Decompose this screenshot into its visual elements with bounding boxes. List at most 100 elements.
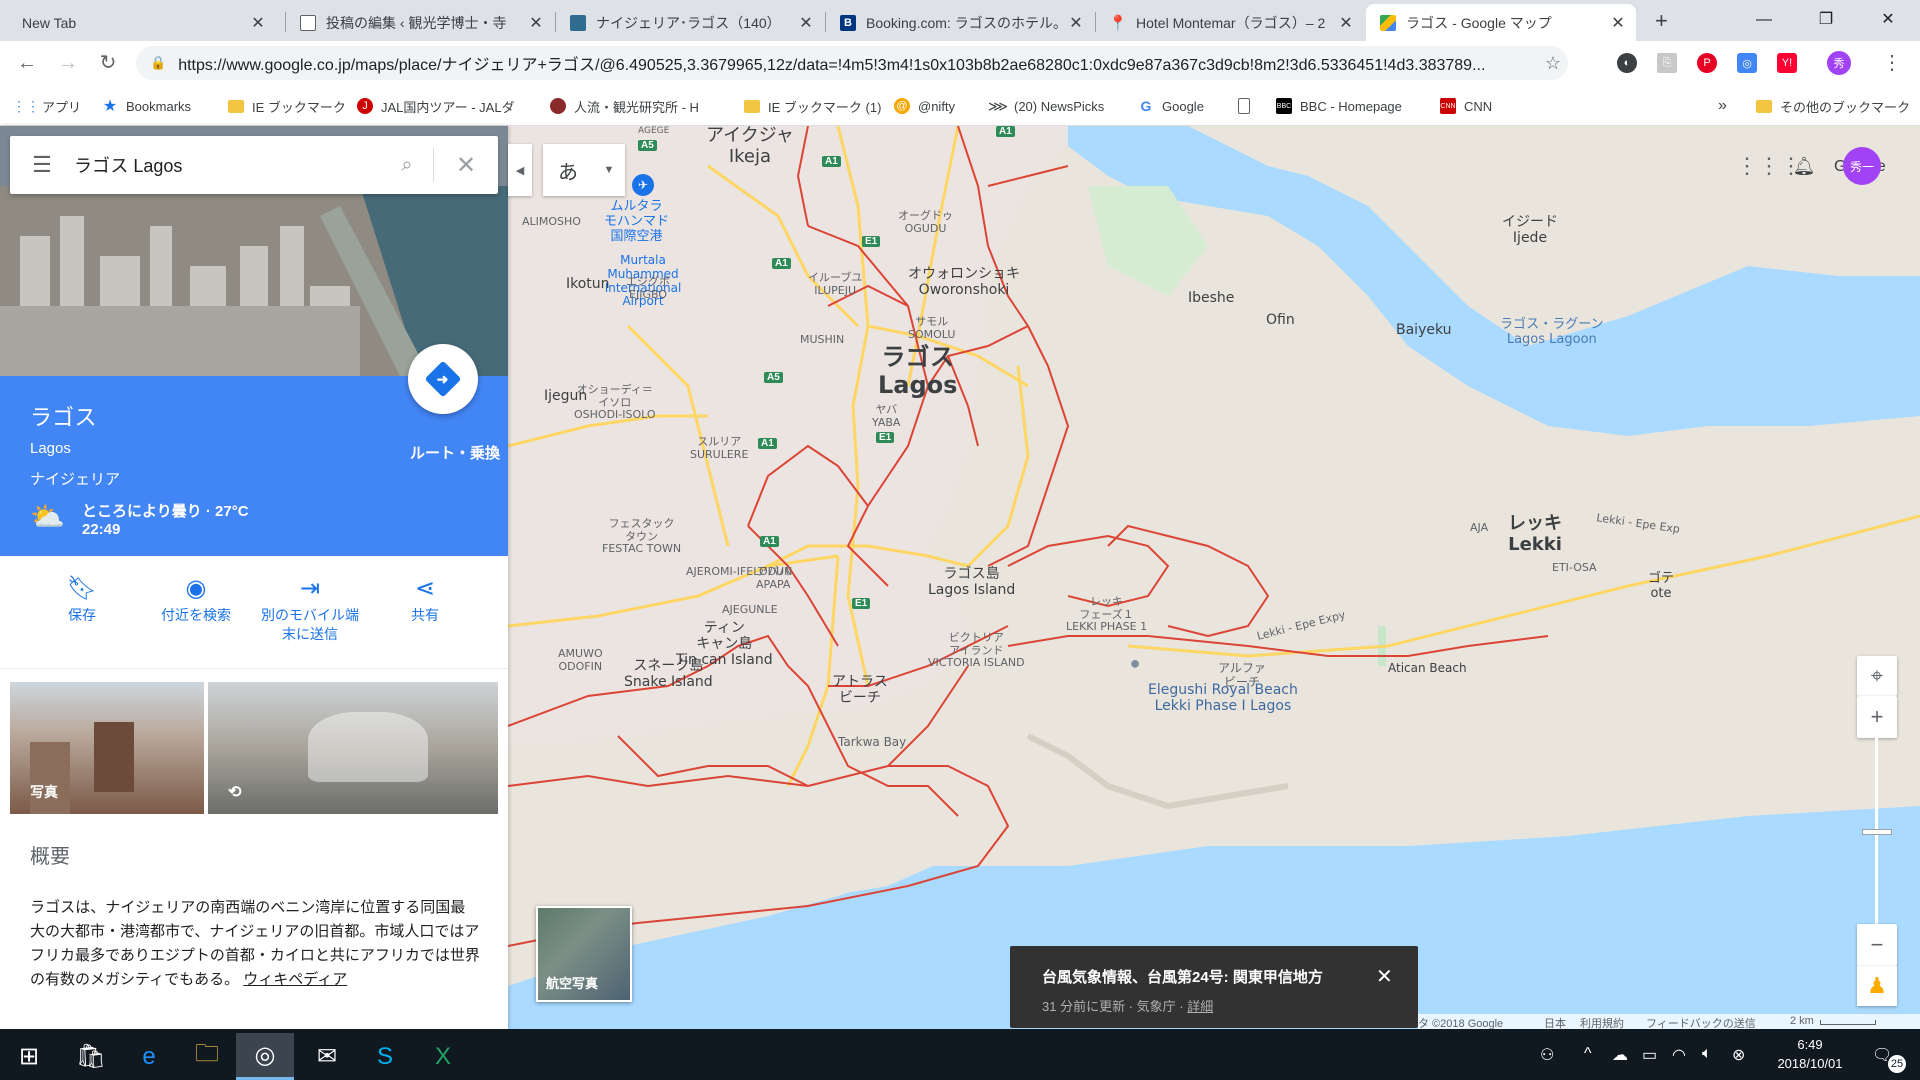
zoom-out-button[interactable]: − [1857,924,1897,966]
save-button[interactable]: 🔖︎ 保存 [27,572,137,625]
share-button[interactable]: ⋖ 共有 [370,572,480,625]
dark-mode-extension-icon[interactable]: ◐ [1617,53,1637,73]
window-close-icon[interactable]: ✕ [1857,4,1919,36]
bookmark-nifty[interactable]: @ @nifty [894,95,955,117]
directions-label[interactable]: ルート・乗換 [380,442,500,463]
bookmark-label: Bookmarks [126,98,192,114]
map-label: Ijegun [544,388,588,404]
zoom-slider-handle[interactable] [1862,829,1892,835]
store-icon[interactable]: 🛍︎ [62,1033,120,1080]
close-icon[interactable]: ✕ [528,13,544,33]
system-clock[interactable]: 6:49 2018/10/01 [1760,1035,1860,1073]
toast-details-link[interactable]: 詳細 [1187,999,1213,1014]
account-avatar[interactable]: 秀一 [1843,147,1881,185]
google-icon: G [1140,98,1152,114]
back-icon[interactable]: ← [15,51,39,75]
photo-thumbnail[interactable]: 写真 [10,682,204,814]
close-icon[interactable]: ✕ [798,13,814,33]
map-label: レッキ フェーズ１ LEKKI PHASE 1 [1066,595,1148,634]
scale-label: 2 km [1790,1015,1814,1027]
bookmark-apps[interactable]: ⋮⋮ アプリ [12,95,81,117]
bookmarks-overflow-button[interactable]: » [1718,95,1727,117]
yahoo-icon[interactable]: Y! [1777,53,1797,73]
bookmark-icon: 🔖︎ [66,575,98,602]
mail-icon[interactable]: ✉ [298,1033,356,1080]
mute-icon[interactable]: ⊗ [1732,1045,1745,1065]
zoom-slider[interactable] [1875,734,1878,944]
excel-icon[interactable]: X [414,1033,472,1080]
close-icon[interactable]: ✕ [1610,13,1626,33]
google-apps-icon[interactable]: ⋮⋮⋮ [1736,152,1802,180]
collapse-panel-button[interactable]: ◀ [508,144,532,196]
restore-icon[interactable]: ❐ [1795,4,1857,36]
forward-icon[interactable]: → [56,51,80,75]
bookmark-other[interactable]: その他のブックマーク [1756,95,1910,117]
tray-expand-icon[interactable]: ^ [1584,1045,1592,1063]
volume-icon[interactable]: 🔈︎ [1702,1045,1712,1063]
place-subtitle: Lagos [30,440,71,457]
bookmark-ie-1[interactable]: IE ブックマーク (1) [744,95,881,117]
airport-label[interactable]: ムルタラ モハンマド 国際空港 [604,199,669,245]
my-location-button[interactable]: ⌖ [1857,656,1897,696]
tab-nigeria-lagos[interactable]: ナイジェリア･ラゴス（140） ✕ [556,4,824,41]
wikipedia-link[interactable]: ウィキペディア [243,971,347,988]
chevron-down-icon[interactable]: ▼ [593,164,625,176]
file-explorer-icon[interactable]: 🗀 [178,1033,236,1080]
toast-title[interactable]: 台風気象情報、台風第24号: 関東甲信地方 [1042,966,1323,987]
skype-icon[interactable]: S [356,1033,414,1080]
profile-avatar[interactable]: 秀 [1827,51,1851,75]
close-icon[interactable]: ✕ [250,13,266,33]
bookmark-jinryu[interactable]: 人流・観光研究所 - H [550,95,699,117]
pdf-extension-icon[interactable]: ⎘ [1657,53,1677,73]
zoom-in-button[interactable]: + [1857,696,1897,738]
clear-search-icon[interactable]: ✕ [434,151,498,180]
battery-icon[interactable]: ▭ [1642,1045,1657,1065]
bookmark-page[interactable] [1238,95,1258,117]
browser-menu-icon[interactable]: ⋮ [1880,51,1904,75]
directions-button[interactable]: ➜ [408,344,478,414]
tab-post-edit[interactable]: 投稿の編集 ‹ 観光学博士・寺 ✕ [286,4,554,41]
satellite-toggle[interactable]: 航空写真 [536,906,632,1002]
address-bar[interactable]: 🔒 https://www.google.co.jp/maps/place/ナイ… [136,46,1568,80]
map-pin-icon[interactable]: ● [1126,652,1144,674]
map-canvas[interactable]: アイクジャ Ikeja ムルタラ モハンマド 国際空港 Murtala Muhamme… [508,126,1920,1029]
street-view-pegman[interactable]: ♟ [1857,966,1897,1006]
street-view-thumbnail[interactable]: ⟲ [208,682,498,814]
bookmark-ie[interactable]: IE ブックマーク [228,95,346,117]
search-input[interactable]: ラゴス Lagos [74,152,381,178]
tab-google-maps[interactable]: ラゴス - Google マップ ✕ [1366,4,1636,41]
clock-time: 6:49 [1797,1037,1823,1052]
pinterest-icon[interactable]: P [1697,53,1717,73]
input-tools-button[interactable]: あ ▼ [543,144,625,196]
close-icon[interactable]: ✕ [1376,964,1393,989]
extension-icon[interactable]: ◎ [1737,53,1757,73]
bookmark-cnn[interactable]: CNN CNN [1440,95,1492,117]
tab-new-tab[interactable]: New Tab ✕ [8,4,276,41]
send-to-phone-button[interactable]: ⇥ 別のモバイル端末に送信 [255,572,365,644]
bookmark-newspicks[interactable]: ⋙ (20) NewsPicks [988,95,1104,117]
bookmark-bookmarks[interactable]: ★ Bookmarks [102,95,191,117]
close-icon[interactable]: ✕ [1338,13,1354,33]
close-icon[interactable]: ✕ [1068,13,1084,33]
nearby-button[interactable]: ◉ 付近を検索 [141,572,251,625]
minimize-icon[interactable]: — [1733,4,1795,36]
tab-hotel-montemar[interactable]: 📍 Hotel Montemar（ラゴス）– 2 ✕ [1096,4,1364,41]
chrome-icon[interactable]: ◎ [236,1033,294,1080]
notifications-icon[interactable]: 🔔︎ [1790,152,1818,180]
bookmark-google[interactable]: G Google [1138,95,1204,117]
search-icon[interactable]: ⌕ [381,154,433,177]
new-tab-button[interactable]: + [1655,8,1668,34]
reload-icon[interactable]: ↻ [96,51,120,75]
bookmark-bbc[interactable]: BBC BBC - Homepage [1276,95,1402,117]
onedrive-icon[interactable]: ☁ [1612,1045,1628,1065]
tab-booking[interactable]: B Booking.com: ラゴスのホテル。 ✕ [826,4,1094,41]
wifi-icon[interactable]: ◠ [1672,1045,1686,1065]
windows-start-icon[interactable]: ⊞ [0,1033,58,1080]
bookmark-jal[interactable]: J JAL国内ツアー - JALダ [357,95,515,117]
airport-icon[interactable]: ✈ [632,174,654,196]
people-icon[interactable]: ⚇ [1540,1045,1554,1065]
url-text[interactable]: https://www.google.co.jp/maps/place/ナイジェ… [178,51,1538,75]
hamburger-menu-icon[interactable]: ☰ [10,152,74,178]
bookmark-star-icon[interactable]: ☆ [1538,53,1568,74]
edge-icon[interactable]: e [120,1033,178,1080]
